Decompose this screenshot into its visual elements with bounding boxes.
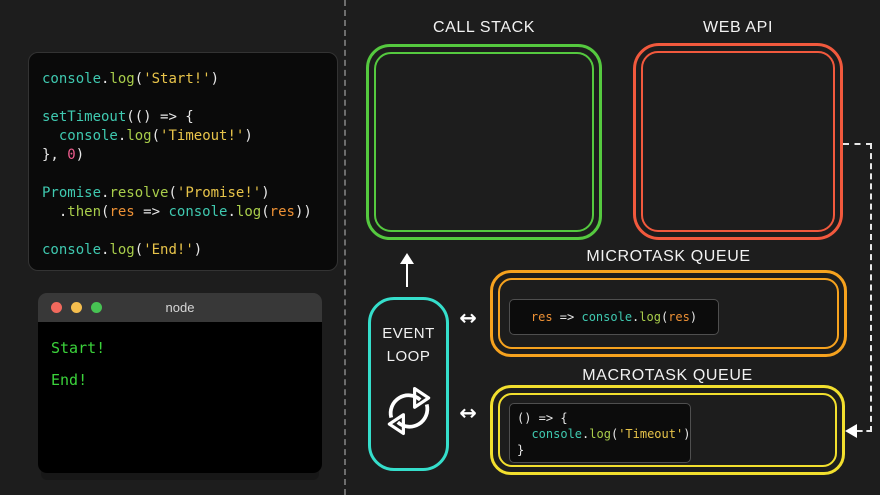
divider-dashed-line xyxy=(344,0,346,495)
web-api-label: WEB API xyxy=(703,19,773,36)
microtask-queue-label: MICROTASK QUEUE xyxy=(586,248,751,265)
terminal-window: node Start! End! xyxy=(38,293,322,473)
microtask-queue-box: res => console.log(res) xyxy=(490,270,847,357)
code-editor-content: console.log('Start!') setTimeout(() => {… xyxy=(42,71,312,258)
call-stack-box xyxy=(366,44,602,240)
call-stack-label: CALL STACK xyxy=(432,19,536,36)
connector-webapi-vertical xyxy=(870,143,872,432)
connector-arrowhead-icon xyxy=(845,424,857,438)
bidirectional-arrow-macrotask-icon: ↔ xyxy=(459,401,477,425)
macrotask-queue-box: () => { console.log('Timeout')} xyxy=(490,385,845,475)
terminal-title-bar: node xyxy=(38,293,322,322)
event-loop-label: EVENT LOOP xyxy=(382,325,435,365)
terminal-title: node xyxy=(165,300,195,315)
web-api-box-inner xyxy=(641,51,835,232)
event-loop-diagram: console.log('Start!') setTimeout(() => {… xyxy=(0,0,880,495)
macrotask-queue-label: MACROTASK QUEUE xyxy=(582,367,753,384)
connector-webapi-horizontal xyxy=(843,143,872,145)
macrotask-code-chip: () => { console.log('Timeout')} xyxy=(509,403,691,463)
terminal-output: Start! End! xyxy=(38,322,322,473)
web-api-box xyxy=(633,43,843,240)
code-editor-panel: console.log('Start!') setTimeout(() => {… xyxy=(28,52,338,271)
microtask-code-chip: res => console.log(res) xyxy=(509,299,719,335)
connector-webapi-bottom xyxy=(857,430,872,432)
bidirectional-arrow-microtask-icon: ↔ xyxy=(459,306,477,330)
cycle-arrows-icon xyxy=(371,382,446,445)
up-arrow-line xyxy=(406,263,408,287)
event-loop-box: EVENT LOOP xyxy=(368,297,449,471)
call-stack-box-inner xyxy=(374,52,594,232)
